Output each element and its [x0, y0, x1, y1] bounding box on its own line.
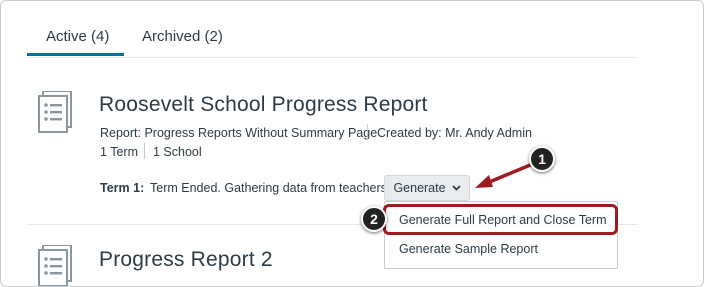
- term-status: Term Ended. Gathering data from teachers…: [150, 181, 391, 195]
- report-divider: [618, 224, 638, 225]
- callout-badge: 2: [361, 206, 387, 232]
- report-type: Report: Progress Reports Without Summary…: [100, 126, 378, 140]
- active-tab-indicator: [27, 53, 124, 56]
- meta-separator: [144, 143, 145, 159]
- tab-archived[interactable]: Archived (2): [142, 28, 223, 45]
- report-title[interactable]: Progress Report 2: [99, 248, 273, 272]
- tab-bar: Active (4) Archived (2): [27, 1, 637, 58]
- report-divider: [27, 224, 385, 225]
- callout-badge: 1: [529, 146, 555, 172]
- report-document-icon: [38, 245, 72, 286]
- tab-active[interactable]: Active (4): [46, 28, 109, 45]
- generate-button[interactable]: Generate: [384, 175, 470, 201]
- report-title[interactable]: Roosevelt School Progress Report: [99, 93, 428, 117]
- term-label: Term 1:: [100, 181, 145, 195]
- menu-item-highlight: [383, 204, 618, 235]
- school-count: 1 School: [153, 145, 202, 159]
- term-count: 1 Term: [100, 145, 138, 159]
- meta-separator: [367, 124, 368, 140]
- app-frame: Active (4) Archived (2) Roosevelt School…: [0, 0, 704, 287]
- report-document-icon: [38, 91, 72, 133]
- created-by: Created by: Mr. Andy Admin: [377, 126, 532, 140]
- generate-button-label: Generate: [393, 181, 446, 195]
- chevron-down-icon: [451, 185, 461, 191]
- menu-item-generate-sample-report[interactable]: Generate Sample Report: [385, 236, 617, 262]
